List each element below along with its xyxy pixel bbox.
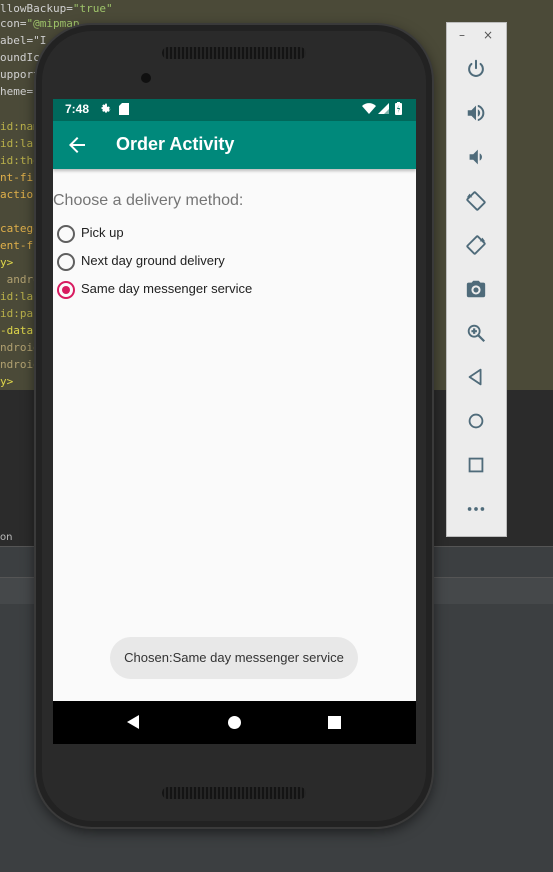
power-button[interactable] [463, 56, 489, 82]
rotate-right-button[interactable] [463, 232, 489, 258]
bottom-speaker [162, 787, 306, 799]
code-line: id:lab [0, 137, 40, 150]
overview-button[interactable] [463, 452, 489, 478]
more-icon [467, 507, 485, 511]
radio-button-unchecked[interactable] [57, 225, 75, 243]
code-line: oundIc [0, 51, 40, 64]
back-button[interactable] [463, 364, 489, 390]
radio-dot [62, 286, 70, 294]
radio-button-checked[interactable] [57, 281, 75, 299]
code-line: y> [0, 375, 14, 388]
back-icon [468, 368, 482, 386]
zoom-button[interactable] [463, 320, 489, 346]
radio-label: Next day ground delivery [81, 253, 225, 268]
radio-label: Pick up [81, 225, 124, 240]
status-bar: 7:48 [53, 99, 416, 121]
code-line: -data [0, 324, 34, 337]
code-line: andro [0, 273, 40, 286]
top-speaker [162, 47, 306, 59]
code-line: ent-fi [0, 239, 40, 252]
front-camera [141, 73, 151, 83]
sd-card-icon [119, 103, 129, 118]
code-line: ndroid [0, 341, 40, 354]
volume-up-icon [467, 104, 485, 122]
radio-option-pick-up[interactable]: Pick up [57, 223, 357, 247]
signal-icon [378, 103, 389, 117]
home-button[interactable] [463, 408, 489, 434]
emulator-control-panel: – × [446, 22, 507, 537]
radio-label: Same day messenger service [81, 281, 253, 296]
code-line: heme=" [0, 85, 40, 98]
delivery-method-prompt: Choose a delivery method: [53, 192, 244, 209]
code-line: action [0, 188, 40, 201]
rotate-right-icon [466, 235, 486, 255]
rotate-left-button[interactable] [463, 188, 489, 214]
rotate-left-icon [466, 191, 486, 211]
more-button[interactable] [463, 496, 489, 522]
volume-up-button[interactable] [463, 100, 489, 126]
wifi-icon [362, 103, 376, 117]
code-line: ndroid [0, 358, 40, 371]
volume-down-icon [469, 149, 482, 165]
device-screen: 7:48 Order Activity Choose a delivery me… [53, 99, 416, 744]
minimize-button[interactable]: – [459, 29, 465, 41]
code-line: nt-fil [0, 171, 40, 184]
code-line: id:the [0, 154, 40, 167]
code-line: id:par [0, 307, 40, 320]
ide-tool-window-label[interactable]: on [0, 530, 12, 546]
back-arrow-icon [69, 137, 85, 153]
nav-overview-icon[interactable] [328, 716, 341, 734]
screenshot-button[interactable] [463, 276, 489, 302]
home-icon [468, 413, 484, 429]
code-line: y> [0, 256, 14, 269]
back-arrow-button[interactable] [65, 133, 89, 157]
navigation-bar [53, 701, 416, 744]
code-line: catego [0, 222, 40, 235]
camera-icon [466, 280, 486, 298]
code-line: id:lab [0, 290, 40, 303]
zoom-icon [467, 324, 486, 343]
app-title: Order Activity [116, 134, 235, 154]
battery-icon [395, 102, 402, 118]
close-button[interactable]: × [483, 29, 493, 41]
settings-icon [99, 102, 112, 118]
radio-button-unchecked[interactable] [57, 253, 75, 271]
code-line: abel="I [0, 34, 47, 47]
radio-option-next-day[interactable]: Next day ground delivery [57, 251, 357, 275]
nav-back-icon[interactable] [127, 715, 139, 734]
power-icon [468, 59, 484, 77]
toast-message: Chosen:Same day messenger service [110, 637, 358, 679]
app-bar: Order Activity [53, 121, 416, 169]
status-time: 7:48 [65, 102, 90, 116]
nav-home-icon[interactable] [228, 716, 241, 734]
volume-down-button[interactable] [463, 144, 489, 170]
radio-option-same-day[interactable]: Same day messenger service [57, 279, 357, 303]
overview-icon [468, 457, 484, 473]
code-line: upport [0, 68, 40, 81]
code-line: id:nam [0, 120, 40, 133]
